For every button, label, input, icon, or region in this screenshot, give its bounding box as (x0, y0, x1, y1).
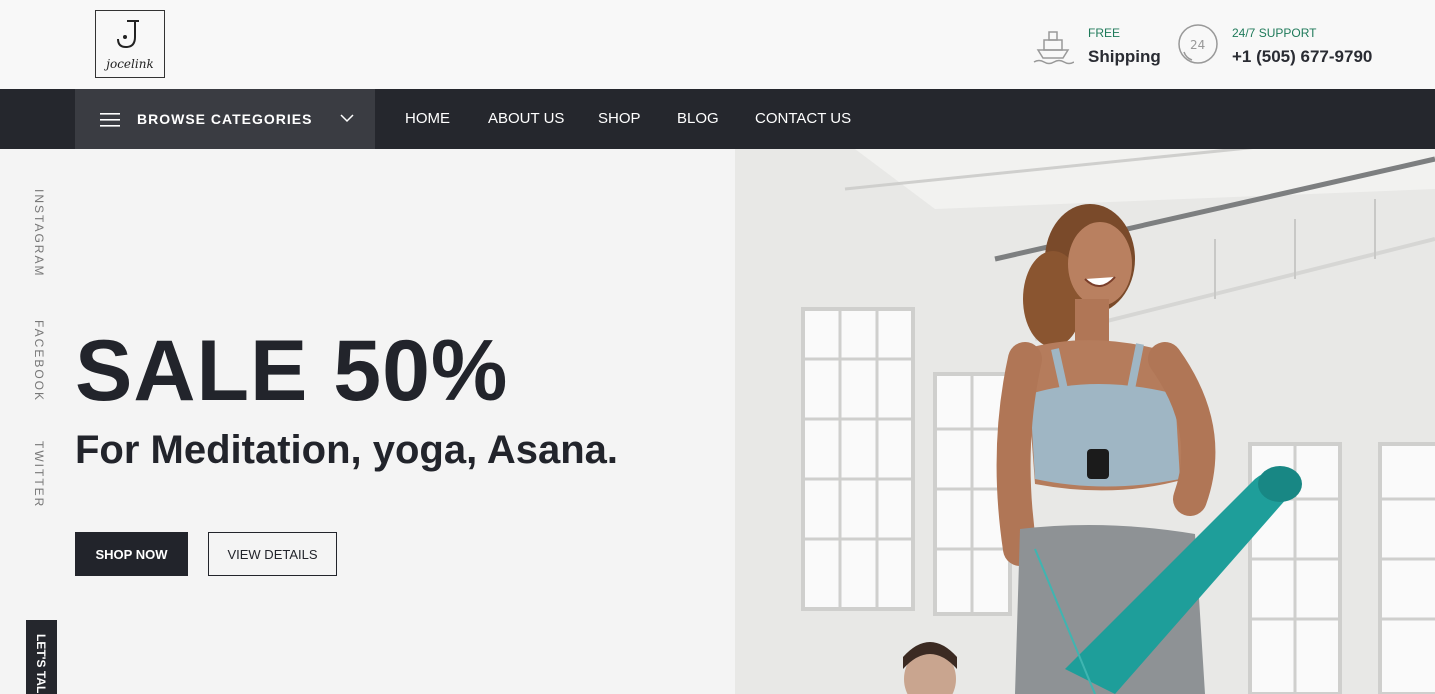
support-phone[interactable]: +1 (505) 677-9790 (1232, 47, 1372, 67)
yoga-woman-illustration (735, 149, 1435, 694)
shipping-big-label: Shipping (1088, 47, 1161, 66)
nav-item-blog[interactable]: BLOG (677, 110, 719, 127)
ship-icon (1033, 31, 1074, 65)
lets-talk-tab[interactable]: LET'S TALK (26, 620, 57, 694)
social-link-instagram[interactable]: INSTAGRAM (32, 189, 46, 277)
nav-item-contact-us[interactable]: CONTACT US (755, 110, 851, 127)
main-navbar: BROWSE CATEGORIES HOME ABOUT US SHOP BLO… (0, 89, 1435, 149)
lets-talk-label: LET'S TALK (34, 634, 48, 694)
hero-headline: SALE 50% (75, 323, 509, 419)
hamburger-icon (100, 113, 120, 127)
social-link-facebook[interactable]: FACEBOOK (32, 320, 46, 402)
social-link-twitter[interactable]: TWITTER (32, 441, 46, 508)
nav-item-home[interactable]: HOME (405, 110, 450, 127)
nav-item-shop[interactable]: SHOP (598, 110, 641, 127)
support-small-label: 24/7 SUPPORT (1232, 26, 1317, 40)
24h-support-icon: 24 (1178, 24, 1218, 64)
free-shipping-info: FREE Shipping (1032, 20, 1172, 68)
browse-categories-button[interactable]: BROWSE CATEGORIES (75, 89, 375, 149)
shop-now-button[interactable]: SHOP NOW (75, 532, 188, 576)
shipping-small-label: FREE (1088, 26, 1121, 40)
support-info: 24 24/7 SUPPORT +1 (505) 677-9790 (1176, 20, 1396, 68)
hero-subline: For Meditation, yoga, Asana. (75, 428, 619, 472)
logo-mark-icon (117, 20, 139, 49)
chevron-down-icon (340, 114, 354, 123)
logo[interactable]: jocelink (95, 10, 165, 78)
top-header: jocelink FREE Shipping 24 24/7 SUPPORT +… (0, 0, 1435, 89)
svg-text:24: 24 (1190, 38, 1205, 52)
nav-item-about-us[interactable]: ABOUT US (488, 110, 564, 127)
view-details-button[interactable]: VIEW DETAILS (208, 532, 337, 576)
hero-image (735, 149, 1435, 694)
browse-categories-label: BROWSE CATEGORIES (137, 111, 313, 127)
logo-text: jocelink (106, 57, 154, 71)
